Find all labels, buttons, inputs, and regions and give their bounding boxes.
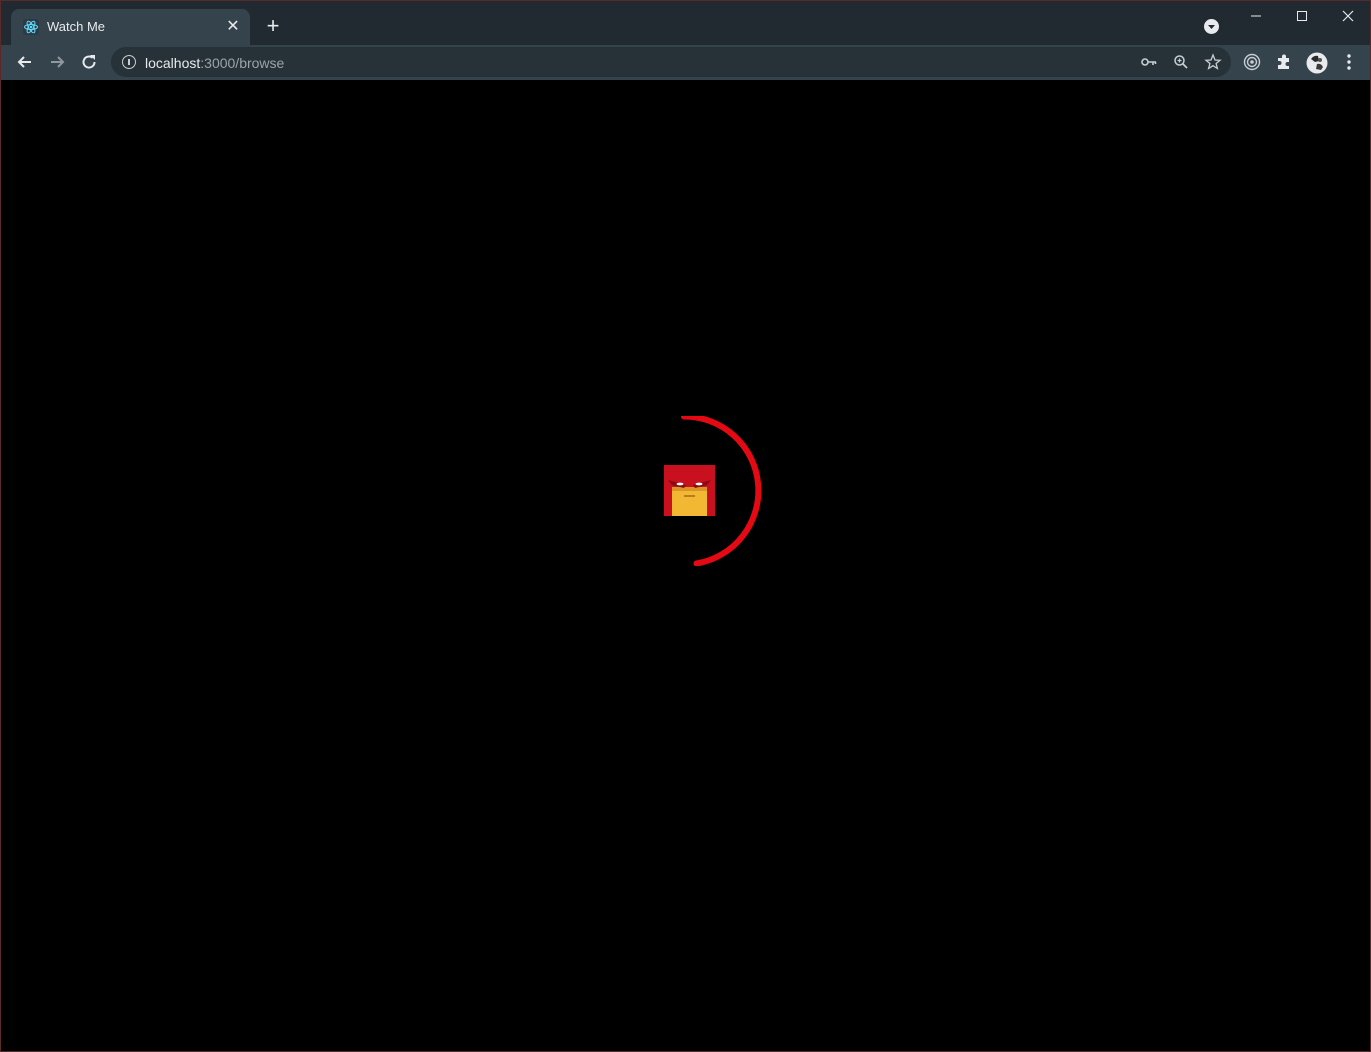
tab-close-icon[interactable]: ✕ [224,18,242,36]
new-tab-button[interactable]: + [263,15,283,37]
tab-watch-me[interactable]: Watch Me ✕ [11,9,250,45]
url-host: localhost [145,55,201,71]
tab-search-icon[interactable] [1204,19,1219,34]
minimize-icon[interactable] [1244,7,1268,25]
zoom-icon[interactable] [1172,53,1190,71]
forward-arrow-icon[interactable] [47,52,67,72]
url-text: localhost:3000/browse [145,55,284,71]
angry-red-hood-face-logo [664,465,715,516]
tab-strip: Watch Me ✕ + [1,1,1370,45]
back-arrow-icon[interactable] [15,52,35,72]
page-content [1,80,1370,1051]
maximize-icon[interactable] [1290,7,1314,25]
react-atom-icon [23,19,39,35]
tab-title: Watch Me [47,19,106,34]
bookmark-star-icon[interactable] [1204,53,1222,71]
close-window-icon[interactable] [1336,7,1360,25]
profile-avatar[interactable] [1306,52,1328,74]
browser-window: Watch Me ✕ + localhost:3000/browse [0,0,1371,1052]
extension-target-icon[interactable] [1242,52,1262,72]
menu-kebab-icon[interactable] [1339,52,1359,72]
key-icon[interactable] [1140,53,1158,71]
site-info-icon[interactable] [122,55,136,69]
browser-toolbar: localhost:3000/browse [1,45,1370,80]
reload-icon[interactable] [79,52,99,72]
extensions-puzzle-icon[interactable] [1274,52,1294,72]
address-bar[interactable]: localhost:3000/browse [111,47,1231,77]
url-path: :3000/browse [200,55,285,71]
